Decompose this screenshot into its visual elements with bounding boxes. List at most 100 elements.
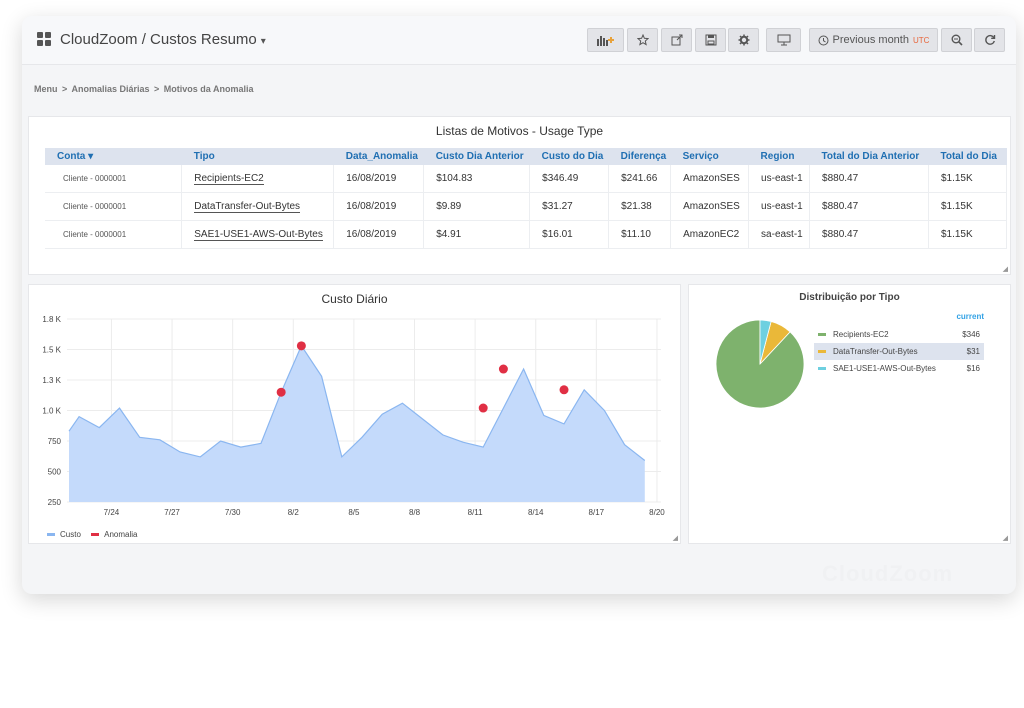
cell-tipo: DataTransfer-Out-Bytes [181,192,335,221]
add-panel-icon [596,36,614,46]
star-button[interactable] [627,28,658,52]
breadcrumb-separator: > [62,84,68,94]
cell-data-anomalia: 16/08/2019 [333,220,425,249]
breadcrumb-menu[interactable]: Menu [34,84,58,94]
monitor-icon [777,34,790,46]
distribuicao-pie-chart [715,319,805,409]
x-tick-label: 7/30 [225,508,241,517]
y-tick-label: 750 [48,437,62,446]
cell-custo-do-dia: $31.27 [529,192,610,221]
pie-legend-value: $16 [966,364,980,373]
tipo-link[interactable]: DataTransfer-Out-Bytes [194,201,301,213]
y-tick-label: 1.3 K [42,376,61,385]
custo-diario-chart: 1.8 K 1.5 K 1.3 K 1.0 K 750 500 250 7/24 7/27 7/3… [42,315,665,517]
legend-label-custo: Custo [60,530,81,539]
legend-item-custo[interactable]: Custo [47,530,81,539]
panel-resize-handle[interactable]: ◢ [1003,534,1008,542]
pie-legend-swatch [818,350,826,353]
cell-tipo: SAE1-USE1-AWS-Out-Bytes [181,220,335,249]
cell-data-anomalia: 16/08/2019 [333,192,425,221]
pie-legend-item[interactable]: Recipients-EC2 $346 [814,326,984,343]
x-tick-label: 8/5 [348,508,360,517]
cell-data-anomalia: 16/08/2019 [333,165,425,193]
column-header-total-dia-anterior[interactable]: Total do Dia Anterior [809,148,929,165]
settings-button[interactable] [728,28,759,52]
y-tick-label: 500 [48,468,62,477]
column-header-servico[interactable]: Serviço [670,148,749,165]
pie-legend-item[interactable]: DataTransfer-Out-Bytes $31 [814,343,984,360]
cell-servico: AmazonEC2 [670,220,750,249]
anomalia-point[interactable] [296,341,306,351]
cell-conta: Cliente - 0000001 [45,220,183,249]
cell-region: us-east-1 [748,192,811,221]
column-header-custo-dia-anterior[interactable]: Custo Dia Anterior [423,148,530,165]
breadcrumb-motivos-da-anomalia[interactable]: Motivos da Anomalia [164,84,254,94]
add-panel-button[interactable] [587,28,624,52]
save-button[interactable] [695,28,726,52]
view-mode-button[interactable] [766,28,801,52]
anomalia-point[interactable] [559,385,569,395]
column-header-diferenca[interactable]: Diferença [608,148,671,165]
cell-total-do-dia: $1.15K [928,220,1008,249]
clock-icon [818,35,829,45]
x-tick-label: 8/14 [528,508,544,517]
panel-resize-handle[interactable]: ◢ [673,534,678,542]
cell-servico: AmazonSES [670,192,750,221]
timezone-label: UTC [912,35,930,45]
time-picker-button[interactable]: Previous month UTC [809,28,938,52]
pie-panel-title[interactable]: Distribuição por Tipo [689,292,1010,303]
anomalia-point[interactable] [276,387,286,397]
pie-legend-item[interactable]: SAE1-USE1-AWS-Out-Bytes $16 [814,360,984,377]
cell-diferenca: $11.10 [608,220,672,249]
tipo-link[interactable]: Recipients-EC2 [194,173,264,185]
column-header-region[interactable]: Region [748,148,810,165]
cell-region: us-east-1 [748,165,811,193]
column-header-tipo[interactable]: Tipo [181,148,334,165]
cell-servico: AmazonSES [670,165,750,193]
share-icon [671,34,682,46]
cell-total-do-dia: $1.15K [928,192,1008,221]
dashboard-title[interactable]: CloudZoom / Custos Resumo ▾ [60,31,266,48]
cell-custo-dia-anterior: $104.83 [423,165,531,193]
refresh-button[interactable] [974,28,1005,52]
anomalia-point[interactable] [478,403,488,413]
star-icon [636,34,649,46]
breadcrumb-separator: > [154,84,160,94]
legend-item-anomalia[interactable]: Anomalia [91,530,138,539]
x-tick-label: 8/17 [589,508,605,517]
table-header-row: Conta ▾ Tipo Data_Anomalia Custo Dia Ant… [45,148,1007,165]
y-tick-label: 1.5 K [42,346,61,355]
pie-legend-value: $346 [962,330,980,339]
legend-header-current[interactable]: current [814,312,984,326]
column-header-data-anomalia[interactable]: Data_Anomalia [333,148,424,165]
pie-legend: current Recipients-EC2 $346 DataTransfer-O… [814,312,984,377]
cell-diferenca: $241.66 [608,165,672,193]
table-row: Cliente - 0000001 Recipients-EC2 16/08/2… [45,165,1008,193]
distribuicao-panel: Distribuição por Tipo current Recipients… [688,284,1011,544]
table-panel-title[interactable]: Listas de Motivos - Usage Type [29,124,1010,138]
x-tick-label: 7/24 [104,508,120,517]
column-header-total-do-dia[interactable]: Total do Dia [928,148,1007,165]
breadcrumb-anomalias-diarias[interactable]: Anomalias Diárias [71,84,149,94]
zoom-out-button[interactable] [941,28,972,52]
column-header-conta[interactable]: Conta ▾ [45,148,182,165]
dashboard-grid-icon[interactable] [37,32,51,46]
tipo-link[interactable]: SAE1-USE1-AWS-Out-Bytes [194,229,323,241]
column-header-custo-do-dia[interactable]: Custo do Dia [529,148,609,165]
pie-legend-rows: Recipients-EC2 $346 DataTransfer-Out-Bytes… [814,326,984,377]
cell-total-dia-anterior: $880.47 [809,192,929,221]
panel-resize-handle[interactable]: ◢ [1003,265,1008,273]
anomalia-point[interactable] [498,364,508,374]
x-tick-label: 7/27 [164,508,180,517]
gear-icon [738,34,749,46]
legend-swatch-custo [47,533,55,537]
pie-legend-swatch [818,367,826,370]
cell-custo-do-dia: $16.01 [529,220,610,249]
cell-custo-dia-anterior: $4.91 [423,220,531,249]
share-button[interactable] [661,28,692,52]
y-tick-label: 1.0 K [42,407,61,416]
cell-region: sa-east-1 [748,220,811,249]
cell-conta: Cliente - 0000001 [45,165,183,193]
motivos-table: Conta ▾ Tipo Data_Anomalia Custo Dia Ant… [45,148,1008,249]
chevron-down-icon: ▾ [260,36,266,47]
